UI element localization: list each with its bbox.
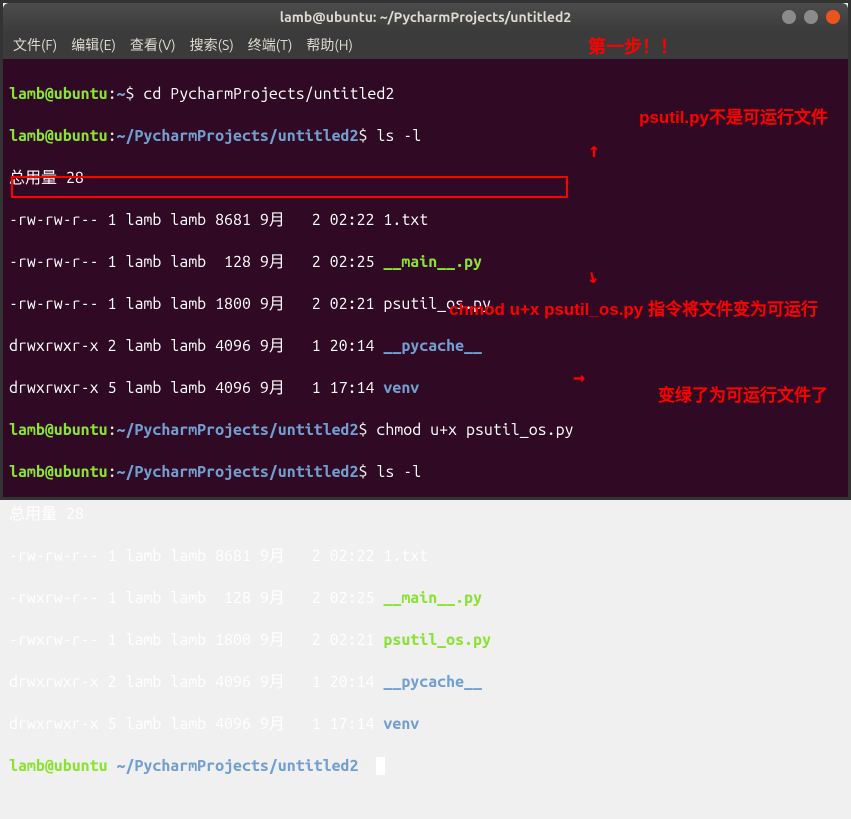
ls-filename: __main__.py: [383, 589, 482, 607]
terminal-window: lamb@ubuntu: ~/PycharmProjects/untitled2…: [3, 3, 848, 497]
menu-terminal[interactable]: 终端(T): [248, 35, 293, 55]
ls-filename: __main__.py: [383, 253, 482, 271]
menu-search[interactable]: 搜索(S): [190, 35, 234, 55]
cmd-cd: cd PycharmProjects/untitled2: [134, 85, 394, 103]
prompt-sep: :: [108, 421, 117, 439]
ls-filename: venv: [383, 715, 419, 733]
titlebar: lamb@ubuntu: ~/PycharmProjects/untitled2: [3, 3, 848, 31]
ls-row: drwxrwxr-x 2 lamb lamb 4096 9月 1 20:14: [9, 337, 383, 355]
prompt-sep: :: [108, 757, 117, 775]
ls-filename: psutil_os.py: [383, 631, 491, 649]
ls-row: -rw-rw-r-- 1 lamb lamb 1800 9月 2 02:21: [9, 295, 383, 313]
cursor: [376, 757, 385, 775]
window-title: lamb@ubuntu: ~/PycharmProjects/untitled2: [280, 9, 572, 25]
arrow-right-icon: →: [573, 365, 585, 389]
ls-row: drwxrwxr-x 5 lamb lamb 4096 9月 1 17:14: [9, 379, 383, 397]
ls-filename: 1.txt: [383, 211, 428, 229]
close-button[interactable]: [826, 10, 840, 24]
ls-row: -rw-rw-r-- 1 lamb lamb 8681 9月 2 02:22: [9, 211, 383, 229]
menubar: 文件(F) 编辑(E) 查看(V) 搜索(S) 终端(T) 帮助(H): [3, 31, 848, 59]
menu-edit[interactable]: 编辑(E): [71, 35, 116, 55]
menu-view[interactable]: 查看(V): [130, 35, 176, 55]
annotation-note3: 变绿了为可运行文件了: [658, 381, 828, 406]
prompt-sep: :: [108, 85, 117, 103]
menu-help[interactable]: 帮助(H): [306, 35, 353, 55]
cmd-ls: ls -l: [367, 127, 421, 145]
annotation-note1: psutil.py不是可运行文件: [639, 103, 828, 128]
menu-file[interactable]: 文件(F): [13, 35, 57, 55]
ls-row: -rw-rw-r-- 1 lamb lamb 8681 9月 2 02:22: [9, 547, 383, 565]
maximize-button[interactable]: [804, 10, 818, 24]
ls-filename: __pycache__: [383, 337, 482, 355]
annotation-note2: chmod u+x psutil_os.py 指令将文件变为可运行: [449, 298, 818, 322]
ls-row: -rw-rw-r-- 1 lamb lamb 128 9月 2 02:25: [9, 253, 383, 271]
prompt-path: ~/PycharmProjects/untitled2: [117, 757, 359, 775]
ls-total: 总用量 28: [9, 504, 842, 525]
prompt-user: lamb@ubuntu: [9, 463, 108, 481]
ls-total: 总用量 28: [9, 168, 842, 189]
prompt-user: lamb@ubuntu: [9, 421, 108, 439]
prompt-path: ~: [117, 85, 126, 103]
cmd-ls: ls -l: [367, 463, 421, 481]
prompt-path: ~/PycharmProjects/untitled2: [117, 421, 359, 439]
prompt-path: ~/PycharmProjects/untitled2: [117, 463, 359, 481]
prompt-sep: :: [108, 127, 117, 145]
prompt-user: lamb@ubuntu: [9, 127, 108, 145]
ls-row: drwxrwxr-x 5 lamb lamb 4096 9月 1 17:14: [9, 715, 383, 733]
minimize-button[interactable]: [782, 10, 796, 24]
prompt-path: ~/PycharmProjects/untitled2: [117, 127, 359, 145]
prompt-sep: :: [108, 463, 117, 481]
ls-filename: 1.txt: [383, 547, 428, 565]
ls-row: drwxrwxr-x 2 lamb lamb 4096 9月 1 20:14: [9, 673, 383, 691]
arrow-up-icon: ↑: [588, 138, 600, 162]
prompt-user: lamb@ubuntu: [9, 757, 108, 775]
annotation-step1: 第一步！！: [588, 33, 678, 59]
ls-row: -rwxrw-r-- 1 lamb lamb 128 9月 2 02:25: [9, 589, 383, 607]
ls-filename: __pycache__: [383, 673, 482, 691]
ls-filename: venv: [383, 379, 419, 397]
prompt-user: lamb@ubuntu: [9, 85, 108, 103]
cmd-chmod: chmod u+x psutil_os.py: [367, 421, 573, 439]
window-controls: [782, 10, 840, 24]
ls-row: -rwxrw-r-- 1 lamb lamb 1800 9月 2 02:21: [9, 631, 383, 649]
prompt-symbol: $: [358, 757, 367, 775]
